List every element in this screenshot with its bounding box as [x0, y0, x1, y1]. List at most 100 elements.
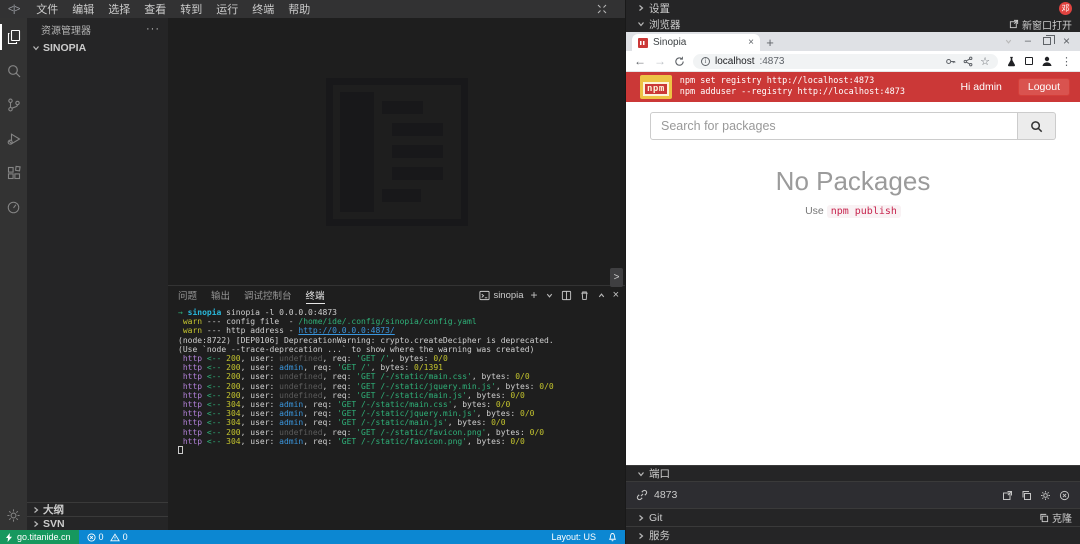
sinopia-page: npm npm set registry http://localhost:48… [626, 72, 1080, 465]
forward-icon[interactable]: → [654, 55, 666, 67]
terminal-cursor [178, 446, 183, 454]
warning-icon [110, 533, 120, 542]
menu-item[interactable]: 帮助 [281, 1, 317, 17]
port-number[interactable]: 4873 [654, 489, 677, 501]
keyboard-layout-status[interactable]: Layout: US [551, 532, 596, 542]
profile-icon[interactable] [1041, 55, 1053, 67]
logout-button[interactable]: Logout [1018, 78, 1070, 96]
browser-section-header[interactable]: 浏览器 新窗口打开 [626, 16, 1080, 32]
folder-sinopia[interactable]: SINOPIA [27, 40, 168, 56]
open-new-window-button[interactable]: 新窗口打开 [1009, 17, 1072, 32]
tab-close-icon[interactable]: × [748, 37, 754, 48]
clock-icon[interactable] [0, 190, 27, 224]
extension-square-icon[interactable] [1025, 57, 1033, 65]
restore-icon[interactable] [1043, 37, 1051, 45]
package-search [650, 112, 1056, 140]
terminal-output[interactable]: → sinopia sinopia -l 0.0.0.0:4873 warn -… [168, 304, 625, 530]
collapse-fullscreen-icon[interactable] [597, 4, 607, 14]
terminal-tab[interactable]: 输出 [211, 286, 230, 304]
open-external-icon[interactable] [1002, 490, 1013, 501]
gear-icon[interactable] [1040, 490, 1051, 501]
stop-circle-icon[interactable] [1059, 490, 1070, 501]
remote-indicator[interactable]: go.titanide.cn [0, 530, 79, 544]
bell-icon[interactable] [608, 532, 617, 542]
terminal-tab[interactable]: 问题 [178, 286, 197, 304]
star-icon[interactable]: ☆ [980, 55, 990, 68]
new-tab-button[interactable]: + [760, 34, 780, 51]
editor-layout-watermark-icon [326, 78, 468, 226]
editor-area: > [168, 18, 625, 285]
chevron-up-icon[interactable] [597, 291, 606, 300]
refresh-icon[interactable] [674, 56, 685, 67]
greeting-text: Hi admin [960, 81, 1001, 93]
search-button[interactable] [1018, 112, 1056, 140]
chevron-right-icon [636, 3, 646, 13]
chevron-right-icon [31, 519, 41, 529]
close-icon[interactable]: × [613, 289, 619, 301]
files-icon[interactable] [0, 20, 27, 54]
menu-item[interactable]: 转到 [173, 1, 209, 17]
key-icon[interactable] [945, 56, 956, 67]
port-row-4873[interactable]: 4873 [626, 482, 1080, 508]
menu-item[interactable]: 终端 [245, 1, 281, 17]
terminal-instance[interactable]: sinopia [479, 290, 523, 301]
ports-section-header[interactable]: 端口 [626, 465, 1080, 482]
panel-expand-button[interactable]: > [610, 268, 623, 287]
copy-icon[interactable] [1021, 490, 1032, 501]
close-icon[interactable]: × [1063, 34, 1070, 48]
menu-item[interactable]: 选择 [101, 1, 137, 17]
menubar-items: 文件编辑选择查看转到运行终端帮助 [29, 1, 317, 17]
activity-bar [0, 18, 27, 530]
address-bar[interactable]: i localhost:4873 ☆ [693, 54, 998, 69]
share-icon[interactable] [963, 56, 973, 67]
no-packages-hint: Use npm publish [626, 205, 1080, 217]
search-icon [1030, 120, 1043, 133]
trash-icon[interactable] [579, 290, 590, 301]
search-icon[interactable] [0, 54, 27, 88]
browser-tab[interactable]: Sinopia × [632, 34, 760, 51]
menubar: <|> 文件编辑选择查看转到运行终端帮助 [0, 0, 625, 18]
chevron-down-icon[interactable] [545, 291, 554, 300]
terminal-tabs: 问题输出调试控制台终端 [178, 286, 325, 304]
npm-header: npm npm set registry http://localhost:48… [626, 72, 1080, 102]
clone-icon [1039, 513, 1049, 523]
search-input[interactable] [650, 112, 1018, 140]
settings-section-header[interactable]: 设置 邓 [626, 0, 1080, 16]
chevron-down-icon[interactable] [1004, 37, 1013, 46]
ide-region: <|> 文件编辑选择查看转到运行终端帮助 [0, 0, 625, 544]
remote-icon [5, 533, 13, 542]
menu-item[interactable]: 文件 [29, 1, 65, 17]
run-debug-icon[interactable] [0, 122, 27, 156]
more-actions-icon[interactable]: ··· [146, 23, 160, 35]
npm-favicon [638, 38, 648, 48]
terminal-tab[interactable]: 调试控制台 [244, 286, 292, 304]
registry-commands: npm set registry http://localhost:4873 n… [680, 76, 905, 98]
browser-tabstrip: Sinopia × + – × [626, 32, 1080, 51]
sidebar-section-大纲[interactable]: 大纲 [27, 502, 168, 516]
menu-item[interactable]: 编辑 [65, 1, 101, 17]
minimize-icon[interactable]: – [1025, 39, 1031, 43]
sidebar-section-SVN[interactable]: SVN [27, 516, 168, 530]
git-clone-button[interactable]: 克隆 [1039, 510, 1072, 525]
sidebar-bottom-sections: 大纲SVN [27, 502, 168, 530]
user-avatar[interactable]: 邓 [1059, 2, 1072, 15]
extensions-icon[interactable] [0, 156, 27, 190]
kebab-menu-icon[interactable]: ⋮ [1061, 55, 1072, 68]
beaker-icon[interactable] [1006, 56, 1017, 67]
menu-item[interactable]: 运行 [209, 1, 245, 17]
info-icon[interactable]: i [701, 57, 710, 66]
back-icon[interactable]: ← [634, 55, 646, 67]
git-section-header[interactable]: Git 克隆 [626, 508, 1080, 526]
error-icon [87, 533, 96, 542]
new-terminal-plus-icon[interactable]: + [531, 288, 538, 302]
problems-status[interactable]: 0 0 [87, 532, 128, 542]
source-control-icon[interactable] [0, 88, 27, 122]
terminal-header: 问题输出调试控制台终端 sinopia + [168, 286, 625, 304]
split-panel-icon[interactable] [561, 290, 572, 301]
menu-item[interactable]: 查看 [137, 1, 173, 17]
services-section-header[interactable]: 服务 [626, 526, 1080, 544]
explorer-sidebar: 资源管理器 ··· SINOPIA 大纲SVN [27, 18, 168, 530]
terminal-tab[interactable]: 终端 [306, 286, 325, 304]
chevron-down-icon [636, 469, 646, 479]
gear-icon[interactable] [0, 500, 27, 530]
